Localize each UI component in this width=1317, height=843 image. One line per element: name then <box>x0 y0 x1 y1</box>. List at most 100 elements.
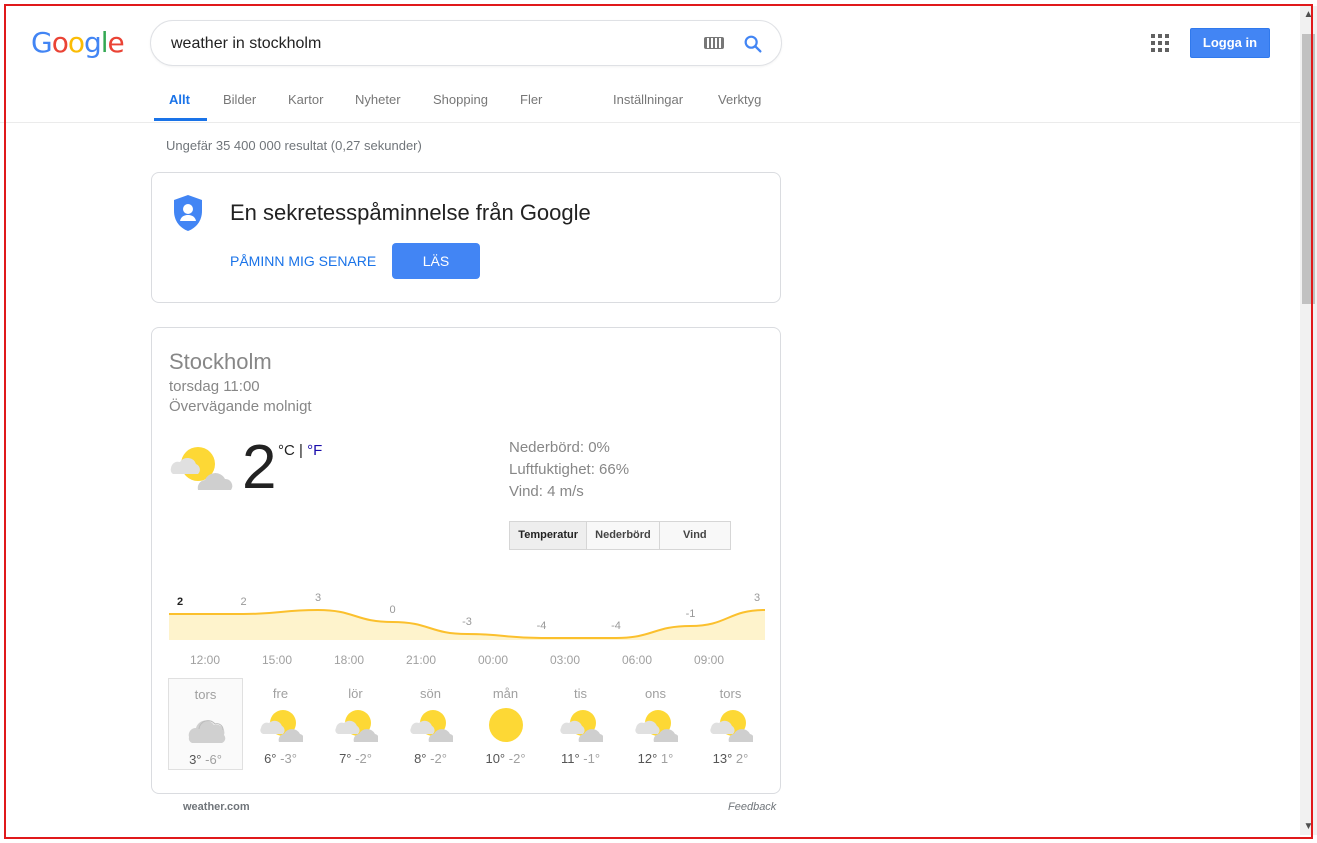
partly-cloudy-icon <box>560 710 603 742</box>
tab-all[interactable]: Allt <box>169 92 190 107</box>
tab-settings[interactable]: Inställningar <box>613 92 683 107</box>
logo-letter: o <box>67 26 85 59</box>
tab-news[interactable]: Nyheter <box>355 92 401 107</box>
sunny-icon <box>489 708 523 742</box>
forecast-day[interactable]: fre 6° -3° <box>243 678 318 770</box>
privacy-title: En sekretesspåminnelse från Google <box>230 200 591 225</box>
forecast-high: 13° <box>712 751 733 766</box>
keyboard-icon[interactable] <box>704 37 724 49</box>
forecast-day[interactable]: tis 11° -1° <box>543 678 618 770</box>
chart-value-label: -3 <box>462 616 472 628</box>
toggle-wind[interactable]: Vind <box>659 522 730 549</box>
forecast-day-name: lör <box>348 686 363 701</box>
read-button[interactable]: LÄS <box>392 243 480 279</box>
search-icon[interactable] <box>742 33 764 55</box>
forecast-day[interactable]: mån 10° -2° <box>468 678 543 770</box>
chart-hour-label: 09:00 <box>693 653 725 667</box>
feedback-link[interactable]: Feedback <box>728 801 776 813</box>
forecast-high: 3° <box>189 752 202 767</box>
scroll-thumb[interactable] <box>1302 34 1315 304</box>
humidity: Luftfuktighet: 66% <box>509 461 630 478</box>
chart-hour-label: 12:00 <box>189 653 221 667</box>
forecast-day-name: fre <box>272 686 289 701</box>
unit-separator: | <box>294 442 308 459</box>
forecast-day[interactable]: tors 3° -6° <box>168 678 243 770</box>
partly-cloudy-icon <box>170 447 233 490</box>
shield-icon <box>174 195 202 231</box>
signin-button[interactable]: Logga in <box>1190 28 1270 58</box>
chart-value-label: -1 <box>686 608 696 620</box>
result-stats: Ungefär 35 400 000 resultat (0,27 sekund… <box>166 138 422 153</box>
partly-cloudy-icon <box>335 710 378 742</box>
forecast-day[interactable]: lör 7° -2° <box>318 678 393 770</box>
active-tab-indicator <box>154 118 207 121</box>
partly-cloudy-icon <box>410 710 453 742</box>
tab-more[interactable]: Fler <box>520 92 542 107</box>
partly-cloudy-icon <box>260 710 303 742</box>
cloudy-icon <box>188 720 226 743</box>
search-box[interactable] <box>150 20 782 66</box>
tab-images[interactable]: Bilder <box>223 92 256 107</box>
forecast-high: 6° <box>264 751 277 766</box>
forecast-day[interactable]: tors 13° 2° <box>693 678 768 770</box>
forecast-day[interactable]: ons 12° 1° <box>618 678 693 770</box>
privacy-reminder-card: En sekretesspåminnelse från Google PÅMIN… <box>151 172 781 303</box>
tab-tools[interactable]: Verktyg <box>718 92 761 107</box>
forecast-low: 1° <box>660 751 674 766</box>
chart-value-label: 0 <box>389 604 395 616</box>
unit-fahrenheit[interactable]: °F <box>307 442 322 459</box>
toggle-precipitation[interactable]: Nederbörd <box>587 522 660 549</box>
forecast-day-name: sön <box>420 686 441 701</box>
remind-later-link[interactable]: PÅMINN MIG SENARE <box>230 253 376 269</box>
forecast-low: -1° <box>583 751 601 766</box>
wind: Vind: 4 m/s <box>509 483 584 500</box>
chart-hour-label: 00:00 <box>477 653 509 667</box>
tab-maps[interactable]: Kartor <box>288 92 323 107</box>
chart-hour-label: 15:00 <box>261 653 293 667</box>
tab-shopping[interactable]: Shopping <box>433 92 488 107</box>
forecast-day-name: ons <box>645 686 666 701</box>
forecast-temps: 6° -3° <box>243 751 318 766</box>
partly-cloudy-icon <box>635 710 678 742</box>
forecast-high: 12° <box>637 751 658 766</box>
forecast-day-name: tis <box>574 686 587 701</box>
unit-celsius[interactable]: °C <box>278 442 295 459</box>
scrollbar[interactable]: ▲ ▼ <box>1300 6 1317 835</box>
forecast-low: -2° <box>355 751 372 766</box>
forecast-high: 8° <box>414 751 427 766</box>
google-logo[interactable]: Google <box>31 26 125 59</box>
logo-letter: g <box>83 26 102 59</box>
chart-value-label: 3 <box>315 592 321 604</box>
forecast-temps: 11° -1° <box>543 751 618 766</box>
search-input[interactable] <box>171 33 691 55</box>
apps-grid-icon[interactable] <box>1151 34 1169 52</box>
forecast-high: 7° <box>339 751 352 766</box>
weather-source-link[interactable]: weather.com <box>183 801 250 813</box>
forecast-high: 11° <box>560 751 580 766</box>
precipitation: Nederbörd: 0% <box>509 439 610 456</box>
weather-location: Stockholm <box>169 349 272 374</box>
weather-time: torsdag 11:00 <box>169 378 260 395</box>
logo-letter: e <box>107 26 125 59</box>
logo-letter: G <box>31 26 53 59</box>
weather-condition: Övervägande molnigt <box>169 398 312 415</box>
scroll-up-icon[interactable]: ▲ <box>1300 6 1317 23</box>
toggle-temperature[interactable]: Temperatur <box>510 522 588 549</box>
unit-toggle: °C | °F <box>278 442 322 459</box>
chart-mode-toggle: Temperatur Nederbörd Vind <box>509 521 731 550</box>
chart-hour-label: 18:00 <box>333 653 365 667</box>
logo-letter: o <box>51 26 69 59</box>
forecast-low: -2° <box>430 751 447 766</box>
forecast-low: -6° <box>205 752 222 767</box>
forecast-day-name: tors <box>719 686 742 701</box>
forecast-temps: 10° -2° <box>468 751 543 766</box>
forecast-temps: 7° -2° <box>318 751 393 766</box>
forecast-day[interactable]: sön 8° -2° <box>393 678 468 770</box>
chart-value-label: 2 <box>240 596 246 608</box>
forecast-day-name: tors <box>194 687 217 702</box>
weather-card: Stockholm torsdag 11:00 Övervägande moln… <box>151 327 781 794</box>
forecast-temps: 8° -2° <box>393 751 468 766</box>
forecast-low: 2° <box>735 751 749 766</box>
scroll-down-icon[interactable]: ▼ <box>1300 818 1317 835</box>
forecast-temps: 3° -6° <box>169 752 242 767</box>
